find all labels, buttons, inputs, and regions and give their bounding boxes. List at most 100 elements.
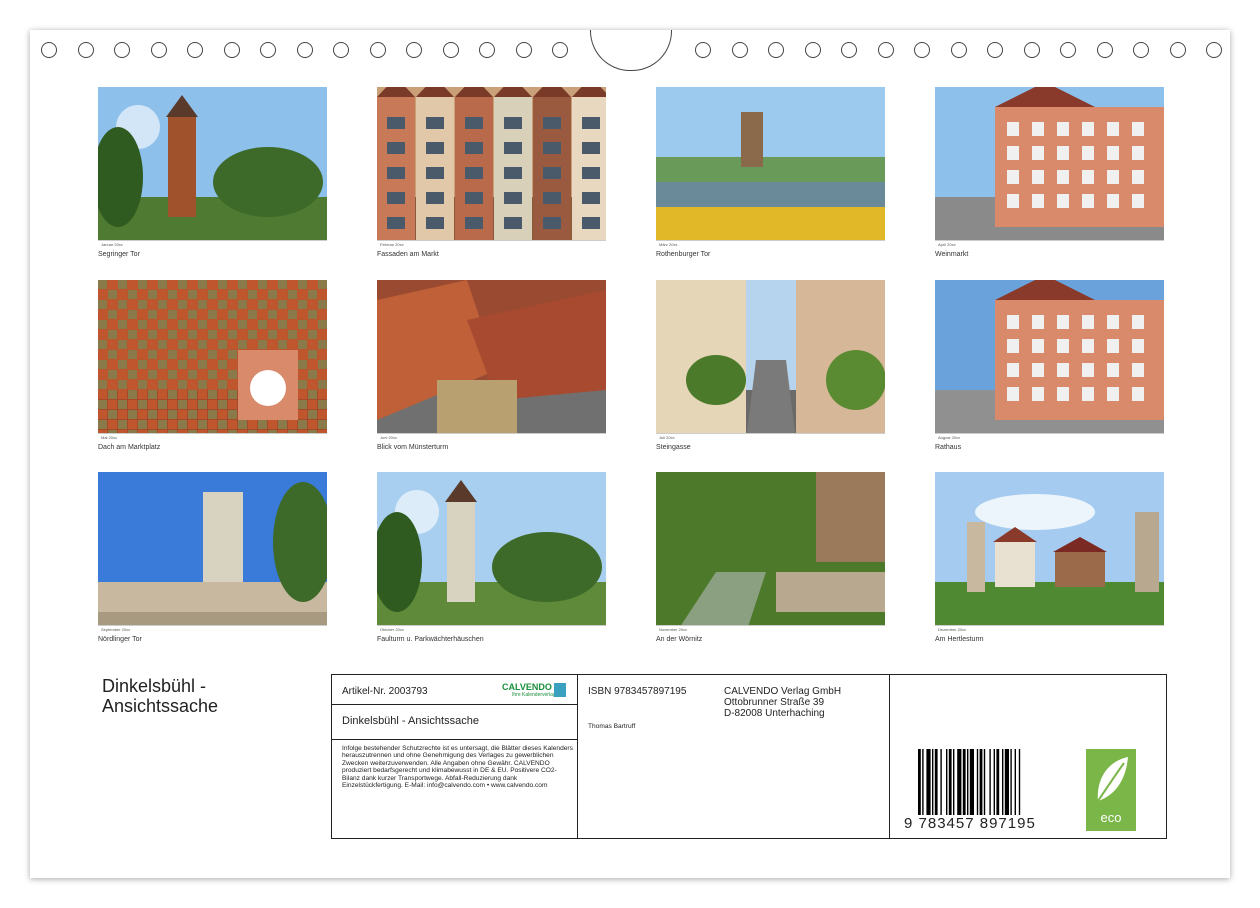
month-photo: April 20xx: [935, 87, 1164, 248]
month-label: Februar 20xx: [380, 242, 404, 247]
month-thumbnail: Oktober 20xx Faulturm u. Parkwächterhäusc…: [377, 472, 606, 643]
month-photo: März 20xx: [656, 87, 885, 248]
legal-notice: Infolge bestehender Schutzrechte ist es …: [342, 745, 573, 790]
month-label: Dezember 20xx: [938, 627, 967, 632]
calendar-title: Dinkelsbühl - Ansichtssache: [102, 676, 218, 716]
barcode-number: 9 783457 897195: [904, 815, 1036, 832]
barcode: [918, 749, 1021, 815]
imprint-box: Artikel-Nr. 2003793 CALVENDO Ihre Kalend…: [331, 674, 1167, 839]
month-label: Juni 20xx: [380, 435, 397, 440]
binding-ring: [187, 42, 203, 58]
month-photo: Oktober 20xx: [377, 472, 606, 633]
binding-ring: [841, 42, 857, 58]
month-label: November 20xx: [659, 627, 688, 632]
eco-label: eco: [1100, 810, 1122, 825]
article-number: Artikel-Nr. 2003793: [342, 686, 428, 697]
month-date-strip: Februar 20xx: [377, 240, 606, 248]
binding-ring: [369, 42, 386, 58]
month-thumbnail: Mai 20xx Dach am Marktplatz: [98, 280, 327, 451]
binding-ring: [223, 42, 240, 58]
month-photo: Mai 20xx: [98, 280, 327, 441]
divider: [332, 704, 577, 705]
month-photo: Juni 20xx: [377, 280, 606, 441]
binding-ring: [1133, 42, 1149, 58]
binding-ring: [877, 42, 894, 58]
month-caption: Steingasse: [656, 444, 691, 451]
binding-ring: [333, 42, 349, 58]
month-caption: Rathaus: [935, 444, 962, 451]
month-date-strip: Oktober 20xx: [377, 625, 606, 633]
publisher-line: CALVENDO Verlag GmbH: [724, 686, 842, 697]
month-photo: September 20xx: [98, 472, 327, 633]
month-photo: Februar 20xx: [377, 87, 606, 248]
month-thumbnail: Dezember 20xx Am Hertlesturm: [935, 472, 1164, 643]
month-thumbnail: August 20xx Rathaus: [935, 280, 1164, 451]
month-date-strip: April 20xx: [935, 240, 1164, 248]
month-caption: Weinmarkt: [935, 251, 969, 258]
imprint-title: Dinkelsbühl - Ansichtssache: [342, 715, 479, 727]
binding-ring: [41, 42, 57, 58]
publisher-line: Ottobrunner Straße 39: [724, 697, 825, 708]
month-label: August 20xx: [938, 435, 961, 440]
binding-ring: [1096, 42, 1113, 58]
month-photo: Dezember 20xx: [935, 472, 1164, 633]
month-label: März 20xx: [659, 242, 678, 247]
binding-ring: [114, 42, 130, 58]
month-caption: Faulturm u. Parkwächterhäuschen: [377, 636, 484, 643]
author-name: Thomas Bartruff: [588, 723, 636, 730]
title-line-2: Ansichtssache: [102, 696, 219, 716]
binding-ring: [1060, 42, 1076, 58]
calvendo-logo-icon: [554, 683, 566, 697]
month-thumbnail: Juni 20xx Blick vom Münsterturm: [377, 280, 606, 451]
month-label: September 20xx: [101, 627, 131, 632]
month-photo: August 20xx: [935, 280, 1164, 441]
month-caption: An der Wörnitz: [656, 636, 703, 643]
isbn: ISBN 9783457897195: [588, 686, 687, 697]
leaf-icon: [1097, 757, 1128, 802]
month-label: Mai 20xx: [101, 435, 118, 440]
binding-ring: [515, 42, 532, 58]
binding-ring: [479, 42, 495, 58]
imprint-cell-barcode: 9 783457 897195 eco: [890, 675, 1166, 838]
publisher-address: CALVENDO Verlag GmbH Ottobrunner Straße …: [724, 686, 841, 719]
month-photo: November 20xx: [656, 472, 885, 633]
month-label: Januar 20xx: [101, 242, 123, 247]
month-caption: Am Hertlesturm: [935, 636, 984, 643]
month-caption: Segringer Tor: [98, 251, 140, 258]
month-photo: Juli 20xx: [656, 280, 885, 441]
binding-ring: [914, 42, 930, 58]
binding-ring: [1206, 42, 1222, 58]
calvendo-logo-sub: Ihre Kalenderverlag: [512, 692, 556, 698]
binding-ring: [768, 42, 784, 58]
binding-ring: [552, 42, 568, 58]
binding-ring: [987, 42, 1003, 58]
binding-ring: [950, 42, 967, 58]
month-thumbnail: November 20xx An der Wörnitz: [656, 472, 885, 643]
binding-ring: [150, 42, 167, 58]
month-caption: Rothenburger Tor: [656, 251, 711, 258]
month-thumbnail: April 20xx Weinmarkt: [935, 87, 1164, 258]
month-thumbnail: Februar 20xx Fassaden am Markt: [377, 87, 606, 258]
month-date-strip: September 20xx: [98, 625, 327, 633]
month-caption: Nördlinger Tor: [98, 636, 142, 643]
eco-badge: eco: [1086, 749, 1136, 831]
binding-ring: [731, 42, 748, 58]
binding-ring: [296, 42, 313, 58]
month-caption: Blick vom Münsterturm: [377, 444, 449, 451]
binding-ring: [695, 42, 711, 58]
month-date-strip: Dezember 20xx: [935, 625, 1164, 633]
month-date-strip: März 20xx: [656, 240, 885, 248]
month-date-strip: Januar 20xx: [98, 240, 327, 248]
binding-ring: [260, 42, 276, 58]
binding-ring: [1023, 42, 1040, 58]
month-thumbnail: September 20xx Nördlinger Tor: [98, 472, 327, 643]
month-date-strip: November 20xx: [656, 625, 885, 633]
month-thumbnail: Januar 20xx Segringer Tor: [98, 87, 327, 258]
binding-ring: [442, 42, 459, 58]
month-date-strip: Juni 20xx: [377, 433, 606, 441]
month-thumbnail: Juli 20xx Steingasse: [656, 280, 885, 451]
month-photo: Januar 20xx: [98, 87, 327, 248]
month-date-strip: August 20xx: [935, 433, 1164, 441]
month-label: Oktober 20xx: [380, 627, 404, 632]
month-caption: Dach am Marktplatz: [98, 444, 161, 451]
